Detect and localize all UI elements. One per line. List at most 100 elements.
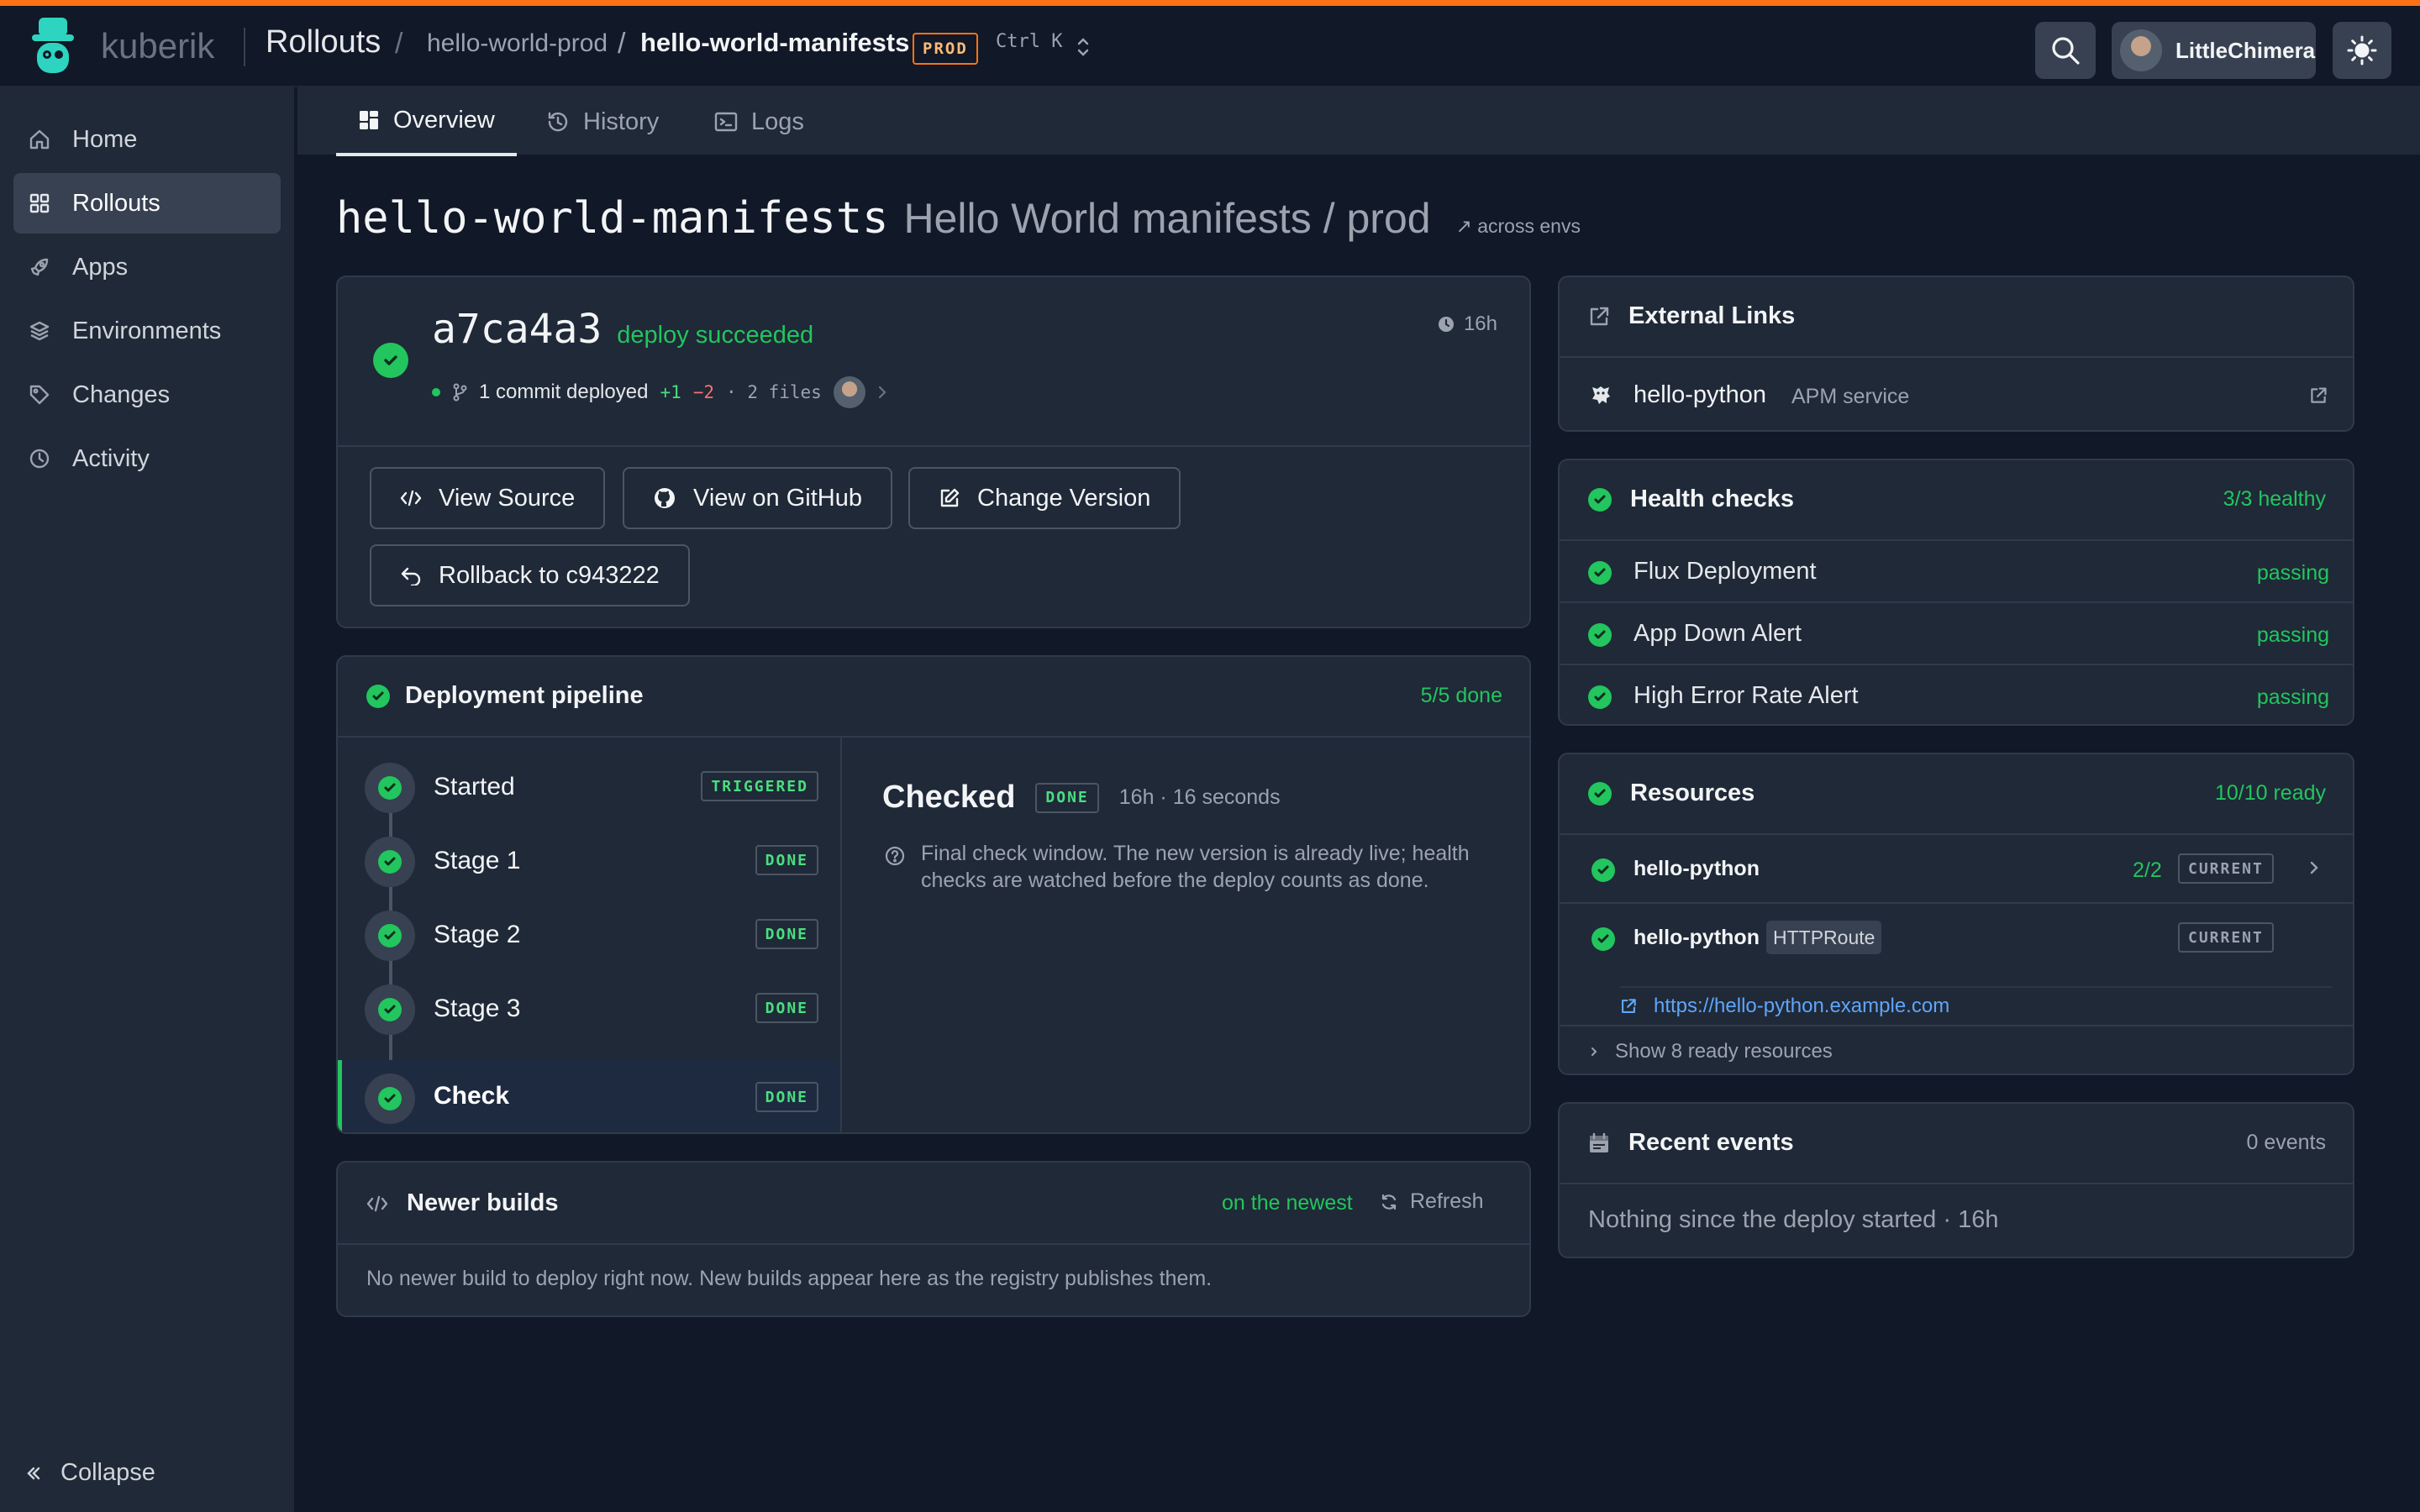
button-label: Change Version — [977, 484, 1151, 512]
collapse-label: Collapse — [60, 1459, 155, 1486]
view-source-button[interactable]: View Source — [370, 467, 606, 529]
sidebar-item-activity[interactable]: Activity — [13, 428, 281, 489]
newer-builds-message: No newer build to deploy right now. New … — [366, 1267, 1213, 1290]
brand-divider — [244, 28, 245, 66]
theme-toggle-button[interactable] — [2333, 22, 2391, 79]
health-check-row[interactable]: High Error Rate Alert passing — [1560, 665, 2353, 724]
chevron-right-icon[interactable] — [2309, 860, 2319, 875]
brand-name: kuberik — [101, 26, 215, 66]
stage-name: Stage 3 — [434, 995, 521, 1022]
commit-sha[interactable]: a7ca4a3 — [432, 306, 602, 353]
resource-kind-badge: HTTPRoute — [1766, 921, 1882, 954]
recent-events-card: Recent events 0 events Nothing since the… — [1558, 1102, 2354, 1258]
health-checks-card: Health checks 3/3 healthy Flux Deploymen… — [1558, 459, 2354, 726]
sidebar-item-label: Apps — [72, 253, 129, 281]
tab-bar: Overview History Logs — [297, 87, 2420, 156]
deploy-age: 16h — [1437, 312, 1497, 336]
user-menu-button[interactable]: LittleChimera — [2112, 22, 2316, 79]
deploy-age-text: 16h — [1463, 312, 1497, 335]
stage-badge: DONE — [755, 1082, 818, 1112]
page-heading: hello-world-manifests Hello World manife… — [336, 193, 1581, 244]
dashboard-icon — [358, 109, 380, 131]
stage-badge: DONE — [755, 993, 818, 1023]
external-links-title: External Links — [1628, 302, 1796, 329]
resource-url-link[interactable]: https://hello-python.example.com — [1654, 995, 1949, 1018]
env-badge: PROD — [913, 33, 978, 65]
resources-summary: 10/10 ready — [2214, 781, 2326, 805]
tab-overview[interactable]: Overview — [336, 87, 517, 156]
history-icon — [546, 110, 570, 134]
stage-detail-description: Final check window. The new version is a… — [921, 840, 1470, 894]
search-icon — [2050, 35, 2081, 66]
stage-badge: DONE — [755, 845, 818, 875]
rollback-button[interactable]: Rollback to c943222 — [370, 544, 690, 606]
pipeline-stage[interactable]: Started TRIGGERED — [338, 749, 840, 823]
external-link-icon — [1620, 998, 1637, 1015]
view-on-github-button[interactable]: View on GitHub — [623, 467, 892, 529]
layers-icon — [29, 320, 50, 342]
newer-builds-title: Newer builds — [407, 1189, 559, 1216]
success-check-icon — [1588, 487, 1612, 512]
external-link-name: hello-python — [1634, 381, 1766, 408]
deploy-status: deploy succeeded — [617, 322, 814, 349]
datadog-icon — [1588, 383, 1613, 408]
accent-stripe — [0, 0, 2420, 6]
tab-logs[interactable]: Logs — [692, 87, 826, 156]
sidebar-item-apps[interactable]: Apps — [13, 237, 281, 297]
refresh-icon — [1380, 1193, 1398, 1211]
pipeline-stage[interactable]: Stage 1 DONE — [338, 823, 840, 897]
terminal-icon — [714, 111, 738, 133]
success-check-icon — [373, 343, 408, 378]
external-link-row[interactable]: hello-python APM service — [1560, 358, 2353, 430]
button-label: View Source — [439, 484, 576, 512]
chevron-right-icon[interactable] — [877, 385, 887, 400]
avatar — [2120, 29, 2162, 71]
external-links-card: External Links hello-python APM service — [1558, 276, 2354, 432]
username: LittleChimera — [2175, 37, 2316, 63]
refresh-button[interactable]: Refresh — [1380, 1189, 1484, 1214]
health-check-name: Flux Deployment — [1634, 558, 1817, 585]
pipeline-stage[interactable]: Check DONE — [338, 1060, 840, 1132]
pipeline-stage[interactable]: Stage 3 DONE — [338, 971, 840, 1045]
sidebar-item-changes[interactable]: Changes — [13, 365, 281, 425]
chevron-updown-icon[interactable] — [1076, 36, 1091, 58]
commit-summary[interactable]: 1 commit deployed — [479, 381, 648, 404]
tab-history[interactable]: History — [524, 87, 681, 156]
show-more-resources-button[interactable]: Show 8 ready resources — [1560, 1026, 2353, 1074]
search-button[interactable] — [2035, 22, 2096, 79]
breadcrumb-rollout: hello-world-manifests — [640, 28, 910, 57]
app-title[interactable]: Rollouts — [266, 24, 381, 60]
sidebar-item-rollouts[interactable]: Rollouts — [13, 173, 281, 234]
health-check-row[interactable]: App Down Alert passing — [1560, 603, 2353, 665]
sidebar-item-environments[interactable]: Environments — [13, 301, 281, 361]
health-check-status: passing — [2256, 561, 2329, 585]
chevron-right-icon — [1590, 1046, 1598, 1058]
resource-name: hello-python — [1634, 926, 1760, 949]
sidebar-item-home[interactable]: Home — [13, 109, 281, 170]
health-check-name: High Error Rate Alert — [1634, 682, 1859, 709]
shortcut-hint[interactable]: Ctrl K — [996, 31, 1062, 52]
show-more-label: Show 8 ready resources — [1615, 1040, 1833, 1063]
tab-label: Logs — [751, 108, 804, 135]
page-subtitle: Hello World manifests / prod — [903, 195, 1431, 242]
clock-icon — [29, 448, 50, 470]
tag-icon — [29, 384, 50, 406]
sidebar-item-label: Activity — [72, 444, 150, 472]
breadcrumb-environment[interactable]: hello-world-prod — [427, 29, 608, 58]
help-circle-icon — [884, 845, 906, 867]
health-check-row[interactable]: Flux Deployment passing — [1560, 541, 2353, 603]
breadcrumb-separator: / — [618, 28, 626, 60]
kuberik-logo-icon[interactable] — [29, 18, 77, 75]
pipeline-stage[interactable]: Stage 2 DONE — [338, 897, 840, 971]
resource-row[interactable]: hello-python 2/2 CURRENT — [1560, 835, 2353, 904]
health-check-status: passing — [2256, 623, 2329, 647]
health-checks-title: Health checks — [1630, 486, 1795, 512]
rocket-icon — [29, 256, 50, 278]
collapse-sidebar-button[interactable]: Collapse — [25, 1459, 155, 1487]
across-envs-link[interactable]: ↗ across envs — [1456, 215, 1581, 238]
divider — [338, 445, 1529, 447]
refresh-label: Refresh — [1410, 1189, 1484, 1213]
change-version-button[interactable]: Change Version — [908, 467, 1181, 529]
resource-row[interactable]: hello-python HTTPRoute CURRENT https://h… — [1560, 904, 2353, 1026]
double-chevron-left-icon — [25, 1465, 42, 1482]
